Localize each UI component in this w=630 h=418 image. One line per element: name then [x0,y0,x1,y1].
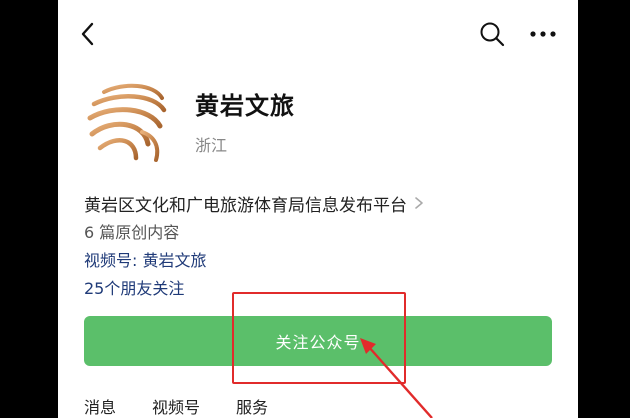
friends-following-link[interactable]: 25个朋友关注 [84,275,184,299]
tab-messages[interactable]: 消息 [84,394,116,418]
back-icon[interactable] [76,20,102,48]
video-account-link[interactable]: 视频号: 黄岩文旅 [84,247,206,271]
original-content-count[interactable]: 6 篇原创内容 [84,219,179,243]
chevron-right-icon [415,197,423,209]
account-region: 浙江 [195,136,228,155]
description-row[interactable]: 黄岩区文化和广电旅游体育局信息发布平台 [84,190,425,216]
search-icon[interactable] [478,20,506,48]
phone-screen: 黄岩文旅 浙江 黄岩区文化和广电旅游体育局信息发布平台 6 篇原创内容 视频号:… [58,0,578,418]
tab-video[interactable]: 视频号 [152,394,200,418]
annotation-highlight-box [232,292,406,384]
tab-services[interactable]: 服务 [236,394,268,418]
account-description: 黄岩区文化和广电旅游体育局信息发布平台 [84,195,407,216]
content-tabs: 消息 视频号 服务 [84,394,268,418]
account-logo [87,83,167,162]
account-name: 黄岩文旅 [195,92,295,120]
more-dots-icon[interactable] [528,22,558,46]
